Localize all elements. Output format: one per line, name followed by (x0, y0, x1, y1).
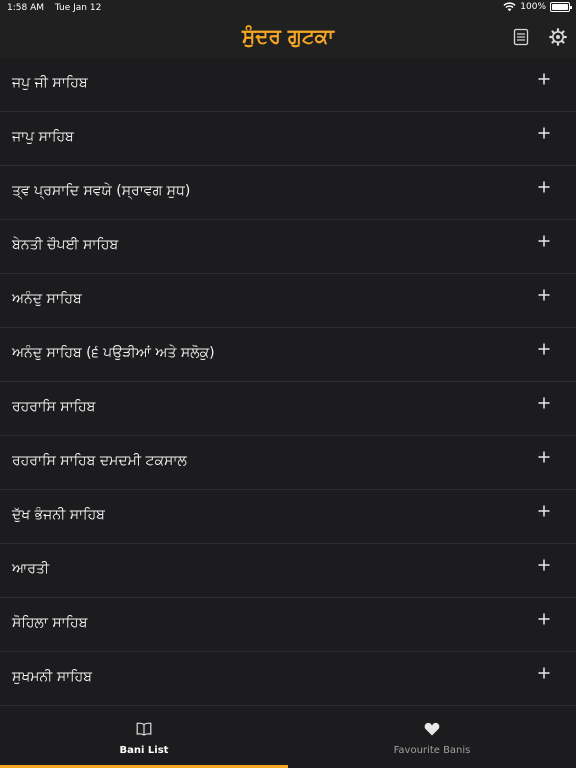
battery-icon (550, 2, 572, 12)
bani-item-label: ਰਹਰਾਸਿ ਸਾਹਿਬ ਦਮਦਮੀ ਟਕਸਾਲ (12, 453, 187, 469)
plus-icon (538, 235, 550, 247)
bani-list-item[interactable]: ਜਾਪੁ ਸਾਹਿਬ (0, 112, 576, 166)
add-to-favourites-button[interactable] (538, 394, 554, 410)
bani-list-item[interactable]: ਦੁੱਖ ਭੰਜਨੀ ਸਾਹਿਬ (0, 490, 576, 544)
bani-list-item[interactable]: ਅਨੰਦੁ ਸਾਹਿਬ (0, 274, 576, 328)
battery-fill (552, 4, 568, 10)
bani-list-item[interactable]: ਤ੍ਵ ਪ੍ਰਸਾਦਿ ਸਵਯੇ (ਸ੍ਰਾਵਗ ਸੁਧ) (0, 166, 576, 220)
add-to-favourites-button[interactable] (538, 340, 554, 356)
plus-icon (538, 127, 550, 139)
plus-icon (538, 397, 550, 409)
bani-item-label: ਤ੍ਵ ਪ੍ਰਸਾਦਿ ਸਵਯੇ (ਸ੍ਰਾਵਗ ਸੁਧ) (12, 183, 191, 199)
plus-icon (538, 505, 550, 517)
add-to-favourites-button[interactable] (538, 286, 554, 302)
page-title: ਸੁੰਦਰ ਗੁਟਕਾ (241, 24, 335, 48)
tab-bani-list-label: Bani List (119, 745, 169, 756)
status-time: 1:58 AM (7, 3, 44, 13)
add-to-favourites-button[interactable] (538, 502, 554, 518)
status-date: Tue Jan 12 (54, 3, 102, 13)
bani-list-item[interactable]: ਬੇਨਤੀ ਚੌਪਈ ਸਾਹਿਬ (0, 220, 576, 274)
settings-button[interactable] (549, 28, 567, 46)
plus-icon (538, 613, 550, 625)
app-screen: 1:58 AM Tue Jan 12 100% ਸੁੰਦਰ ਗੁਟਕਾ ਜਪੁ … (0, 0, 576, 768)
bani-item-label: ਦੁੱਖ ਭੰਜਨੀ ਸਾਹਿਬ (12, 507, 105, 523)
bani-item-label: ਅਨੰਦੁ ਸਾਹਿਬ (੬ ਪਉੜੀਆਂ ਅਤੇ ਸਲੋਕੁ) (12, 345, 215, 361)
plus-icon (538, 343, 550, 355)
tab-favourite-banis[interactable]: Favourite Banis (288, 708, 576, 768)
bani-list-item[interactable]: ਅਨੰਦੁ ਸਾਹਿਬ (੬ ਪਉੜੀਆਂ ਅਤੇ ਸਲੋਕੁ) (0, 328, 576, 382)
plus-icon (538, 559, 550, 571)
bani-item-label: ਸੋਹਿਲਾ ਸਾਹਿਬ (12, 615, 88, 631)
add-to-favourites-button[interactable] (538, 70, 554, 86)
bani-item-label: ਰਹਰਾਸਿ ਸਾਹਿਬ (12, 399, 96, 415)
add-to-favourites-button[interactable] (538, 124, 554, 140)
gear-icon (549, 28, 567, 46)
reader-icon (513, 28, 529, 46)
bani-item-label: ਸੁਖਮਨੀ ਸਾਹਿਬ (12, 669, 92, 685)
bani-item-label: ਅਨੰਦੁ ਸਾਹਿਬ (12, 291, 82, 307)
plus-icon (538, 181, 550, 193)
reader-button[interactable] (513, 28, 531, 46)
bani-list-item[interactable]: ਆਰਤੀ (0, 544, 576, 598)
add-to-favourites-button[interactable] (538, 178, 554, 194)
plus-icon (538, 289, 550, 301)
bani-item-label: ਜਪੁ ਜੀ ਸਾਹਿਬ (12, 75, 88, 91)
bani-list-item[interactable]: ਰਹਰਾਸਿ ਸਾਹਿਬ (0, 382, 576, 436)
bani-list-item[interactable]: ਸੁਖਮਨੀ ਸਾਹਿਬ (0, 652, 576, 706)
tab-favourite-banis-label: Favourite Banis (393, 745, 471, 756)
battery-percent: 100% (520, 2, 546, 12)
add-to-favourites-button[interactable] (538, 556, 554, 572)
bani-item-label: ਜਾਪੁ ਸਾਹਿਬ (12, 129, 74, 145)
tab-bani-list[interactable]: Bani List (0, 708, 288, 768)
plus-icon (538, 451, 550, 463)
bani-list-item[interactable]: ਸੋਹਿਲਾ ਸਾਹਿਬ (0, 598, 576, 652)
plus-icon (538, 667, 550, 679)
add-to-favourites-button[interactable] (538, 232, 554, 248)
add-to-favourites-button[interactable] (538, 610, 554, 626)
bani-item-label: ਆਰਤੀ (12, 561, 50, 577)
bani-list-item[interactable]: ਜਪੁ ਜੀ ਸਾਹਿਬ (0, 58, 576, 112)
status-right: 100% (503, 2, 572, 12)
add-to-favourites-button[interactable] (538, 448, 554, 464)
add-to-favourites-button[interactable] (538, 664, 554, 680)
heart-icon (424, 722, 440, 736)
tab-bar: Bani List Favourite Banis (0, 708, 576, 768)
nav-bar: ਸੁੰਦਰ ਗੁਟਕਾ (0, 16, 576, 58)
plus-icon (538, 73, 550, 85)
book-icon (136, 722, 152, 736)
wifi-icon (503, 2, 516, 12)
bani-item-label: ਬੇਨਤੀ ਚੌਪਈ ਸਾਹਿਬ (12, 237, 119, 253)
bani-list-item[interactable]: ਰਹਰਾਸਿ ਸਾਹਿਬ ਦਮਦਮੀ ਟਕਸਾਲ (0, 436, 576, 490)
status-bar: 1:58 AM Tue Jan 12 100% (0, 0, 576, 16)
status-left: 1:58 AM Tue Jan 12 (7, 3, 109, 13)
bani-list: ਜਪੁ ਜੀ ਸਾਹਿਬ ਜਾਪੁ ਸਾਹਿਬ ਤ੍ਵ ਪ੍ਰਸਾਦਿ ਸਵਯੇ (… (0, 58, 576, 706)
